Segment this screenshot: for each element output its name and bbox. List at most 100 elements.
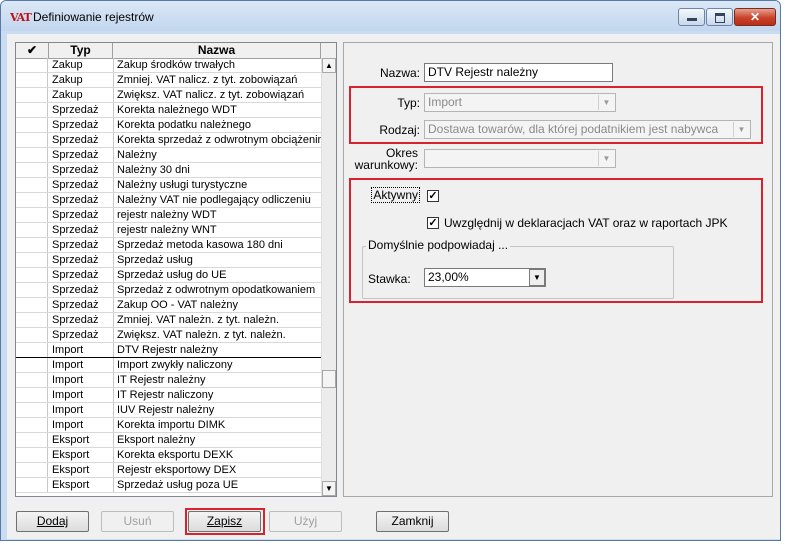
table-row[interactable]: Sprzedaż Należny 30 dni [16, 163, 321, 178]
table-row[interactable]: Zakup Zakup środków trwałych [16, 58, 321, 73]
okres-warunkowy-combo[interactable]: ▼ [424, 149, 616, 168]
table-row[interactable]: Zakup Zwiększ. VAT nalicz. z tyt. zobowią… [16, 88, 321, 103]
table-row[interactable]: Sprzedaż Należny [16, 148, 321, 163]
typ-combo-value: Import [428, 95, 463, 109]
row-check-cell[interactable] [16, 133, 48, 147]
grid-vertical-scrollbar[interactable]: ▲ ▼ [321, 58, 336, 496]
row-check-cell[interactable] [16, 58, 48, 72]
highlight-zapisz [185, 508, 265, 535]
row-check-cell[interactable] [16, 403, 48, 417]
stawka-combo-value: 23,00% [428, 270, 469, 284]
scroll-thumb[interactable] [322, 370, 336, 388]
nazwa-input[interactable]: DTV Rejestr należny [424, 63, 613, 82]
typ-label: Typ: [397, 96, 420, 110]
row-nazwa-cell: Zmniej. VAT należn. z tyt. należn. [113, 313, 321, 327]
table-row[interactable]: Sprzedaż Sprzedaż metoda kasowa 180 dni [16, 238, 321, 253]
stawka-combo[interactable]: 23,00% ▼ [424, 268, 546, 287]
row-check-cell[interactable] [16, 463, 48, 477]
title-bar[interactable]: VAT Definiowanie rejestrów ✕ [1, 1, 780, 31]
row-check-cell[interactable] [16, 238, 48, 252]
minimize-button[interactable] [678, 8, 705, 26]
usun-button[interactable]: Usuń [101, 511, 174, 532]
scroll-down-button[interactable]: ▼ [322, 481, 336, 496]
row-nazwa-cell: Zwiększ. VAT nalicz. z tyt. zobowiązań [113, 88, 321, 102]
grid-header-check[interactable]: ✔ [16, 43, 49, 58]
maximize-icon [715, 13, 725, 23]
row-check-cell[interactable] [16, 433, 48, 447]
row-typ-cell: Sprzedaż [52, 134, 99, 146]
row-check-cell[interactable] [16, 298, 48, 312]
typ-combo[interactable]: Import ▼ [424, 93, 616, 112]
table-row[interactable]: Sprzedaż Korekta należnego WDT [16, 103, 321, 118]
zamknij-button[interactable]: Zamknij [376, 511, 449, 532]
table-row[interactable]: Sprzedaż Sprzedaż usług [16, 253, 321, 268]
row-typ-cell: Eksport [52, 479, 90, 491]
table-row[interactable]: Eksport Sprzedaż usług poza UE [16, 478, 321, 493]
row-check-cell[interactable] [16, 343, 48, 357]
row-typ-cell: Import [52, 419, 84, 431]
row-check-cell[interactable] [16, 208, 48, 222]
registers-grid[interactable]: ✔ Typ Nazwa Zakup Zakup środków trwałych Z… [15, 42, 337, 497]
table-row[interactable]: Sprzedaż rejestr należny WNT [16, 223, 321, 238]
row-nazwa-cell: Sprzedaż usług do UE [113, 268, 321, 282]
table-row[interactable]: Eksport Rejestr eksportowy DEX [16, 463, 321, 478]
table-row[interactable]: Zakup Zmniej. VAT nalicz. z tyt. zobowiąz… [16, 73, 321, 88]
row-check-cell[interactable] [16, 373, 48, 387]
row-check-cell[interactable] [16, 118, 48, 132]
row-check-cell[interactable] [16, 253, 48, 267]
row-nazwa-cell: Korekta należnego WDT [113, 103, 321, 117]
row-check-cell[interactable] [16, 448, 48, 462]
row-check-cell[interactable] [16, 223, 48, 237]
table-row[interactable]: Import Import zwykły naliczony [16, 358, 321, 373]
row-check-cell[interactable] [16, 178, 48, 192]
table-row[interactable]: Sprzedaż Należny usługi turystyczne [16, 178, 321, 193]
table-row[interactable]: Sprzedaż Sprzedaż usług do UE [16, 268, 321, 283]
table-row[interactable]: Sprzedaż rejestr należny WDT [16, 208, 321, 223]
row-typ-cell: Eksport [52, 464, 90, 476]
row-check-cell[interactable] [16, 388, 48, 402]
table-row[interactable]: Sprzedaż Zmniej. VAT należn. z tyt. należ… [16, 313, 321, 328]
table-row[interactable]: Import IT Rejestr naliczony [16, 388, 321, 403]
row-check-cell[interactable] [16, 328, 48, 342]
table-row[interactable]: Sprzedaż Zakup OO - VAT należny [16, 298, 321, 313]
uwzglednij-checkbox[interactable]: ✓ [427, 217, 439, 229]
table-row[interactable]: Import IT Rejestr należny [16, 373, 321, 388]
table-row[interactable]: Eksport Korekta eksportu DEXK [16, 448, 321, 463]
table-row[interactable]: Sprzedaż Korekta sprzedaż z odwrotnym obc… [16, 133, 321, 148]
scroll-up-button[interactable]: ▲ [322, 58, 336, 73]
row-check-cell[interactable] [16, 418, 48, 432]
dodaj-button[interactable]: Dodaj [16, 511, 89, 532]
row-check-cell[interactable] [16, 163, 48, 177]
grid-header-typ[interactable]: Typ [49, 43, 113, 58]
grid-header: ✔ Typ Nazwa [16, 43, 336, 59]
maximize-button[interactable] [706, 8, 733, 26]
table-row[interactable]: Sprzedaż Korekta podatku należnego [16, 118, 321, 133]
table-row[interactable]: Sprzedaż Zwiększ. VAT należn. z tyt. nale… [16, 328, 321, 343]
row-check-cell[interactable] [16, 193, 48, 207]
row-typ-cell: Sprzedaż [52, 314, 99, 326]
table-row[interactable]: Sprzedaż Sprzedaż z odwrotnym opodatkowan… [16, 283, 321, 298]
grid-header-nazwa[interactable]: Nazwa [113, 43, 321, 58]
uzyj-button[interactable]: Użyj [269, 511, 342, 532]
row-typ-cell: Sprzedaż [52, 239, 99, 251]
row-check-cell[interactable] [16, 73, 48, 87]
row-check-cell[interactable] [16, 88, 48, 102]
row-check-cell[interactable] [16, 313, 48, 327]
close-button[interactable]: ✕ [734, 8, 776, 26]
row-check-cell[interactable] [16, 358, 48, 372]
grid-rows: Zakup Zakup środków trwałych Zakup Zmniej. … [16, 58, 321, 493]
row-check-cell[interactable] [16, 283, 48, 297]
table-row[interactable]: Sprzedaż Należny VAT nie podlegający odli… [16, 193, 321, 208]
aktywny-checkbox[interactable]: ✓ [427, 190, 439, 202]
row-check-cell[interactable] [16, 268, 48, 282]
row-check-cell[interactable] [16, 148, 48, 162]
table-row[interactable]: Eksport Eksport należny [16, 433, 321, 448]
row-check-cell[interactable] [16, 103, 48, 117]
table-row[interactable]: Import DTV Rejestr należny [16, 343, 321, 358]
row-typ-cell: Sprzedaż [52, 194, 99, 206]
aktywny-label: Aktywny [371, 187, 420, 203]
table-row[interactable]: Import Korekta importu DIMK [16, 418, 321, 433]
row-check-cell[interactable] [16, 478, 48, 492]
rodzaj-combo[interactable]: Dostawa towarów, dla której podatnikiem … [424, 120, 751, 139]
table-row[interactable]: Import IUV Rejestr należny [16, 403, 321, 418]
